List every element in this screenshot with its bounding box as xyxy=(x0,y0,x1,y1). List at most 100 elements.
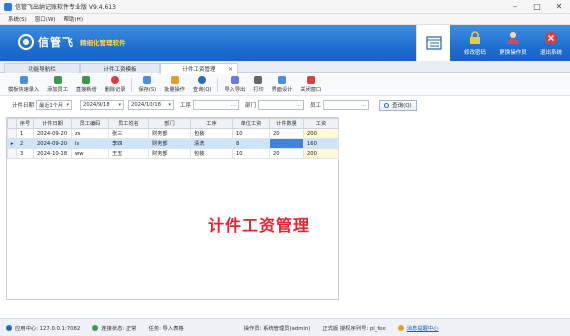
table-cell[interactable]: 8 xyxy=(232,138,270,149)
department-label: 部门 xyxy=(245,103,257,109)
column-header[interactable]: 员工编码 xyxy=(71,118,109,129)
menu-window[interactable]: 窗口(W) xyxy=(35,15,56,23)
column-header[interactable]: 计件数量 xyxy=(269,118,304,129)
home-button[interactable] xyxy=(416,25,450,61)
print-button[interactable]: 打印 xyxy=(249,75,267,95)
table-cell[interactable]: 包装 xyxy=(190,148,233,159)
import-export-button[interactable]: 导入导出 xyxy=(220,75,249,95)
tab-piecework-management[interactable]: 计件工资管理 ✕ xyxy=(160,63,238,74)
maximize-icon[interactable]: □ xyxy=(526,0,548,14)
table-cell[interactable]: ls xyxy=(71,138,109,149)
exit-system-button[interactable]: 退出系统 xyxy=(532,25,570,61)
department-input[interactable]: … xyxy=(258,100,305,110)
toolbar-divider xyxy=(217,77,219,92)
message-center-link[interactable]: 消息提醒中心 xyxy=(407,324,439,332)
change-password-button[interactable]: 修改密码 xyxy=(456,25,494,61)
editing-cell[interactable] xyxy=(269,138,304,149)
ellipsis-icon: … xyxy=(231,102,237,108)
table-cell[interactable]: 财务部 xyxy=(148,138,191,149)
template-icon xyxy=(19,76,28,84)
toolbar: 模板快速录入 添加员工 直接新增 删除记录 保存(S) 批量操作 查询(Q) 导… xyxy=(0,74,570,96)
process-input[interactable]: … xyxy=(193,100,240,110)
switch-operator-button[interactable]: 更换操作员 xyxy=(494,25,532,61)
column-header[interactable]: 计件日期 xyxy=(33,118,72,129)
close-window-button[interactable]: 关闭窗口 xyxy=(296,75,325,95)
delete-icon xyxy=(111,76,120,84)
menu-system[interactable]: 系统(S) xyxy=(8,15,27,23)
toolbar-divider xyxy=(131,77,133,92)
change-password-label: 修改密码 xyxy=(463,49,486,56)
close-tab-icon[interactable]: ✕ xyxy=(228,66,233,73)
print-icon xyxy=(254,76,263,84)
tab-navigation[interactable]: 功能导航栏 xyxy=(4,63,80,73)
column-header[interactable]: 工序 xyxy=(190,118,233,129)
employee-input[interactable]: … xyxy=(323,100,370,110)
table-cell[interactable]: 160 xyxy=(303,138,339,149)
table-cell[interactable]: ww xyxy=(71,148,109,159)
minimize-icon[interactable]: – xyxy=(504,0,526,14)
lock-icon xyxy=(468,30,482,45)
table-cell[interactable]: 3 xyxy=(16,148,34,159)
table-cell[interactable]: zs xyxy=(71,128,109,139)
tab-template[interactable]: 计件工资模板 xyxy=(80,63,160,73)
table-cell[interactable]: 财务部 xyxy=(148,148,191,159)
batch-operation-button[interactable]: 批量操作 xyxy=(160,75,189,95)
query-button[interactable]: 查询(Q) xyxy=(189,75,216,95)
table-cell[interactable]: 2024-09-20 xyxy=(33,128,72,139)
add-employee-button[interactable]: 添加员工 xyxy=(43,75,72,95)
list-icon xyxy=(425,36,442,50)
interface-design-button[interactable]: 界面设计 xyxy=(268,75,297,95)
logo-icon xyxy=(18,34,34,50)
tab-bar: 功能导航栏 计件工资模板 计件工资管理 ✕ xyxy=(0,61,570,74)
save-icon xyxy=(143,76,152,84)
add-user-icon xyxy=(53,76,62,84)
table-cell[interactable]: 2024-10-18 xyxy=(33,148,72,159)
chevron-down-icon: ▾ xyxy=(66,102,70,108)
table-cell[interactable]: 200 xyxy=(303,148,339,159)
switch-operator-label: 更换操作员 xyxy=(499,49,527,56)
table-cell[interactable]: 10 xyxy=(232,148,270,159)
table-cell[interactable]: 2 xyxy=(16,138,34,149)
date-to-input[interactable]: 2024/10/18 ▾ xyxy=(128,100,175,110)
menu-help[interactable]: 帮助(H) xyxy=(64,15,83,23)
save-button[interactable]: 保存(S) xyxy=(134,75,160,95)
table-row-selected[interactable]: ▸ 2 2024-09-20 ls 李四 财务部 清洗 8 160 xyxy=(7,138,339,149)
date-range-select[interactable]: 最近1个月 ▾ xyxy=(36,100,73,110)
edition-status: 正式版 授权序列号: pl_fee xyxy=(322,325,386,332)
table-cell[interactable]: 张三 xyxy=(108,128,149,139)
table-cell[interactable]: 10 xyxy=(232,128,270,139)
column-header[interactable]: 工资 xyxy=(303,118,339,129)
template-entry-button[interactable]: 模板快速录入 xyxy=(4,75,43,95)
column-header[interactable]: 部门 xyxy=(148,118,191,129)
filter-query-button[interactable]: 查询(Q) xyxy=(379,99,417,111)
brand-name: 信管飞 xyxy=(38,36,74,49)
table-cell[interactable]: 20 xyxy=(269,128,304,139)
user-icon xyxy=(506,31,520,45)
exit-icon xyxy=(544,31,558,45)
table-cell[interactable]: 20 xyxy=(269,148,304,159)
table-cell[interactable]: 200 xyxy=(303,128,339,139)
column-header[interactable]: 员工姓名 xyxy=(108,118,149,129)
search-icon xyxy=(384,102,390,108)
app-icon xyxy=(4,2,12,11)
close-window-icon[interactable]: ✕ xyxy=(548,0,570,14)
table-cell[interactable]: 王五 xyxy=(108,148,149,159)
column-header[interactable]: 单位工资 xyxy=(232,118,270,129)
table-row[interactable]: 1 2024-09-20 zs 张三 财务部 包装 10 20 200 xyxy=(7,128,339,139)
batch-icon xyxy=(170,76,179,84)
ellipsis-icon: … xyxy=(361,102,367,108)
table-row[interactable]: 3 2024-10-18 ww 王五 财务部 包装 10 20 200 xyxy=(7,148,339,159)
direct-add-button[interactable]: 直接新增 xyxy=(72,75,101,95)
table-cell[interactable]: 财务部 xyxy=(148,128,191,139)
delete-record-button[interactable]: 删除记录 xyxy=(101,75,130,95)
table-cell[interactable]: 1 xyxy=(16,128,34,139)
add-icon xyxy=(82,76,91,84)
column-header[interactable]: 序号 xyxy=(16,118,34,129)
tab-label: 计件工资管理 xyxy=(182,67,216,73)
table-cell[interactable]: 2024-09-20 xyxy=(33,138,72,149)
table-cell[interactable]: 清洗 xyxy=(190,138,233,149)
page-watermark-title: 计件工资管理 xyxy=(208,216,311,235)
table-cell[interactable]: 李四 xyxy=(108,138,149,149)
table-cell[interactable]: 包装 xyxy=(190,128,233,139)
date-from-input[interactable]: 2024/9/18 ▾ xyxy=(80,100,125,110)
